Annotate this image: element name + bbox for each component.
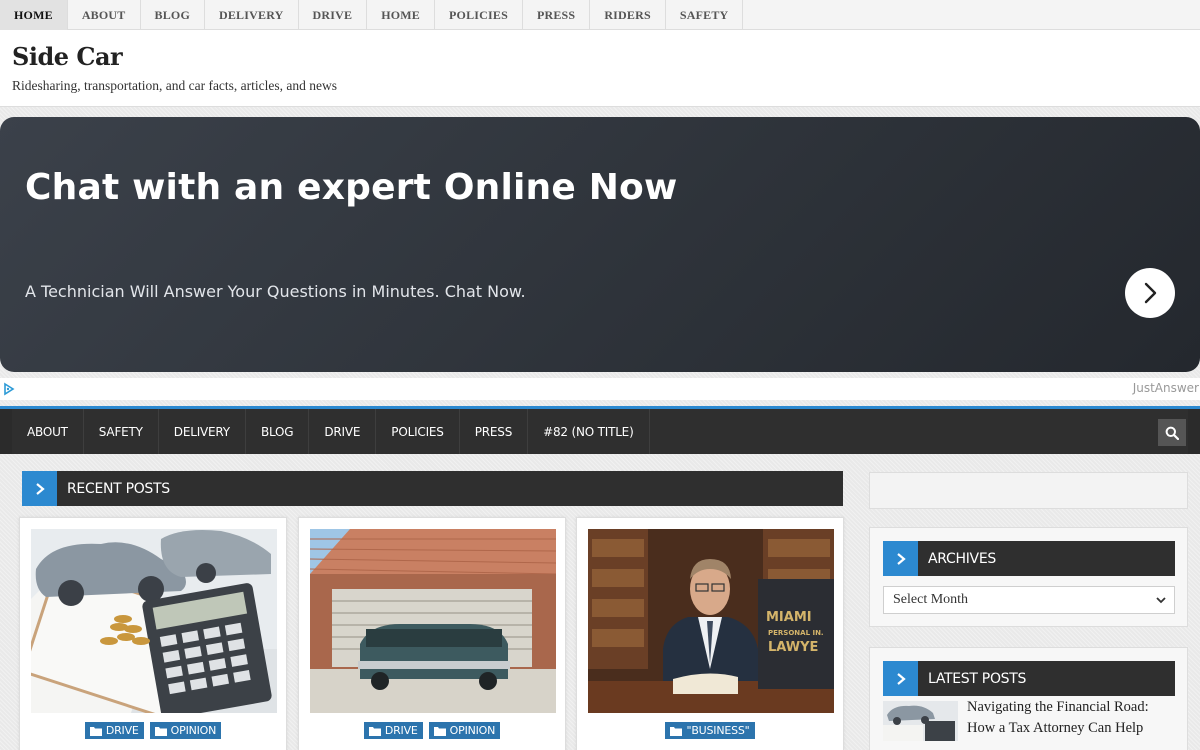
ad-arrow-button[interactable] — [1125, 268, 1175, 318]
category-badge[interactable]: DRIVE — [84, 722, 144, 739]
folder-icon — [670, 726, 683, 736]
main-nav-drive[interactable]: DRIVE — [309, 409, 377, 454]
post-card: DRIVE OPINION — [19, 517, 287, 750]
car-calculator-thumb — [883, 701, 958, 741]
post-card: MIAMI PERSONAL IN. LAWYE "BUSINESS" — [576, 517, 844, 750]
category-label: DRIVE — [384, 724, 418, 737]
latest-posts-widget: LATEST POSTS Navigating the Financial Ro… — [869, 647, 1188, 750]
site-description: Ridesharing, transportation, and car fac… — [12, 78, 338, 93]
latest-post-title[interactable]: Navigating the Financial Road: How a Tax… — [967, 697, 1177, 739]
sign-text: PERSONAL IN. — [768, 629, 824, 637]
post-categories: "BUSINESS" — [577, 722, 843, 739]
chevron-right-icon — [1144, 282, 1157, 304]
archives-title: ARCHIVES — [928, 550, 996, 567]
main-nav-about[interactable]: ABOUT — [12, 409, 84, 454]
top-menu-spacer — [743, 0, 1200, 29]
vintage-car-garage-image — [310, 529, 556, 713]
main-nav-safety[interactable]: SAFETY — [84, 409, 159, 454]
top-menu-delivery[interactable]: DELIVERY — [205, 0, 299, 30]
top-menu-drive[interactable]: DRIVE — [299, 0, 368, 30]
latest-post-thumbnail[interactable] — [883, 701, 958, 741]
post-card: DRIVE OPINION — [298, 517, 566, 750]
recent-posts-title: RECENT POSTS — [67, 480, 170, 497]
sign-text: MIAMI — [766, 610, 812, 625]
main-nav-inner: ABOUT SAFETY DELIVERY BLOG DRIVE POLICIE… — [12, 409, 1188, 454]
ad-brand[interactable]: JustAnswer — [1133, 381, 1199, 395]
top-menu-safety[interactable]: SAFETY — [666, 0, 744, 30]
top-menu-press[interactable]: PRESS — [523, 0, 591, 30]
search-button[interactable] — [1158, 419, 1186, 446]
sidebar-empty-widget — [869, 472, 1188, 509]
main-nav-blog[interactable]: BLOG — [246, 409, 310, 454]
ad-footer: JustAnswer — [0, 378, 1200, 400]
site-header: Side Car Ridesharing, transportation, an… — [0, 30, 1200, 107]
category-badge[interactable]: OPINION — [149, 722, 222, 739]
sign-text: LAWYE — [768, 640, 818, 655]
post-thumbnail[interactable] — [310, 529, 556, 713]
main-nav: ABOUT SAFETY DELIVERY BLOG DRIVE POLICIE… — [0, 406, 1200, 454]
top-menu-policies[interactable]: POLICIES — [435, 0, 523, 30]
ad-banner[interactable]: Chat with an expert Online Now A Technic… — [0, 117, 1200, 372]
category-badge[interactable]: DRIVE — [363, 722, 423, 739]
top-menu-about[interactable]: ABOUT — [68, 0, 141, 30]
main-nav-delivery[interactable]: DELIVERY — [159, 409, 246, 454]
post-categories: DRIVE OPINION — [20, 722, 286, 739]
car-calculator-image — [31, 529, 277, 713]
top-menu-blog[interactable]: BLOG — [141, 0, 205, 30]
chevron-right-icon — [896, 672, 906, 685]
archives-month-select[interactable]: Select Month — [883, 586, 1175, 614]
top-menu-home-2[interactable]: HOME — [367, 0, 435, 30]
main-nav-policies[interactable]: POLICIES — [376, 409, 460, 454]
archives-widget: ARCHIVES Select Month — [869, 527, 1188, 627]
heading-chevron — [883, 661, 918, 696]
folder-icon — [368, 726, 381, 736]
latest-posts-title: LATEST POSTS — [928, 670, 1027, 687]
category-label: OPINION — [170, 724, 217, 737]
folder-icon — [89, 726, 102, 736]
archives-select-value: Select Month — [893, 592, 969, 607]
latest-posts-heading: LATEST POSTS — [883, 661, 1175, 696]
archives-heading: ARCHIVES — [883, 541, 1175, 576]
category-label: "BUSINESS" — [686, 724, 750, 737]
folder-icon — [154, 726, 167, 736]
top-menu-riders[interactable]: RIDERS — [590, 0, 666, 30]
search-icon — [1165, 426, 1179, 440]
category-label: OPINION — [449, 724, 496, 737]
recent-posts-heading: RECENT POSTS — [22, 471, 843, 506]
category-badge[interactable]: "BUSINESS" — [665, 722, 755, 739]
heading-chevron — [883, 541, 918, 576]
post-categories: DRIVE OPINION — [299, 722, 565, 739]
category-badge[interactable]: OPINION — [428, 722, 501, 739]
post-thumbnail[interactable] — [31, 529, 277, 713]
site-title[interactable]: Side Car — [12, 42, 123, 71]
main-nav-no-title[interactable]: #82 (NO TITLE) — [528, 409, 650, 454]
top-menu-home[interactable]: HOME — [0, 0, 68, 30]
heading-chevron — [22, 471, 57, 506]
ad-subtext[interactable]: A Technician Will Answer Your Questions … — [25, 282, 526, 301]
chevron-right-icon — [896, 552, 906, 565]
ad-headline[interactable]: Chat with an expert Online Now — [25, 167, 677, 208]
post-thumbnail[interactable]: MIAMI PERSONAL IN. LAWYE — [588, 529, 834, 713]
caret-down-icon — [1156, 597, 1166, 604]
adchoices-icon[interactable] — [3, 382, 15, 396]
main-nav-press[interactable]: PRESS — [460, 409, 529, 454]
category-label: DRIVE — [105, 724, 139, 737]
folder-icon — [433, 726, 446, 736]
top-menu: HOME ABOUT BLOG DELIVERY DRIVE HOME POLI… — [0, 0, 1200, 30]
lawyer-desk-image: MIAMI PERSONAL IN. LAWYE — [588, 529, 834, 713]
chevron-right-icon — [35, 482, 45, 495]
